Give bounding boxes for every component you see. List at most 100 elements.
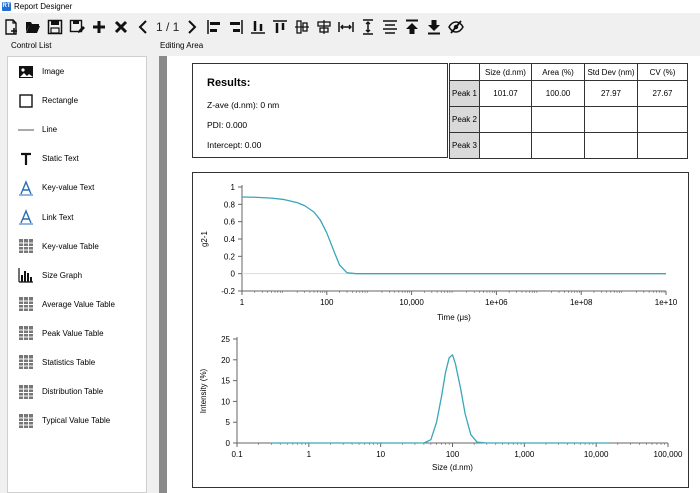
control-item-label: Statistics Table xyxy=(42,357,96,367)
align-vertical-center-icon xyxy=(295,20,310,34)
table-cell xyxy=(479,132,532,159)
size-graph-panel[interactable]: 1 100 10,000 1e+06 1e+08 1e+10 1 0.8 0.6 0.4 0.2 0-… xyxy=(192,172,689,488)
align-bottom-button[interactable] xyxy=(247,16,269,38)
new-document-button[interactable] xyxy=(0,16,22,38)
control-item-key-value-table[interactable]: Key-value Table xyxy=(8,232,146,261)
chart-2-x-tick-label: 1 xyxy=(307,450,312,459)
control-item-key-value-text[interactable]: Key-value Text xyxy=(8,173,146,202)
control-item-line[interactable]: Line xyxy=(8,115,146,144)
control-item-label: Rectangle xyxy=(42,96,79,106)
table-icon xyxy=(17,412,35,430)
column-header-area: Area (%) xyxy=(531,63,585,81)
send-to-back-button[interactable] xyxy=(423,16,445,38)
previous-page-button[interactable] xyxy=(132,16,154,38)
chart-1-x-tick-label: 1e+10 xyxy=(655,298,678,307)
control-item-distribution-table[interactable]: Distribution Table xyxy=(8,377,146,406)
control-item-average-value-table[interactable]: Average Value Table xyxy=(8,290,146,319)
size-graph-svg: 1 100 10,000 1e+06 1e+08 1e+1010.80.60.40.20-… xyxy=(199,183,683,472)
chart-2-y-tick-label: 25 xyxy=(221,335,230,344)
arrow-down-bar-icon xyxy=(428,20,441,35)
row-header-peak-2: Peak 2 xyxy=(449,106,480,133)
chart-2-x-axis-title: Size (d.nm) xyxy=(432,463,473,472)
table-cell: 27.67 xyxy=(637,80,688,107)
table-cell xyxy=(584,106,638,133)
new-document-icon xyxy=(5,19,17,35)
align-top-icon xyxy=(273,20,288,33)
control-item-rectangle[interactable]: Rectangle xyxy=(8,86,146,115)
control-item-label: Key-value Text xyxy=(42,183,95,193)
column-header-cv: CV (%) xyxy=(637,63,688,81)
eye-slash-icon xyxy=(448,20,465,34)
chart-1-y-tick-label: 1 xyxy=(231,183,236,192)
window-title: Report Designer xyxy=(14,2,73,11)
chart-1-y-tick-label: -0.2 xyxy=(221,287,235,296)
toolbar: 1 / 1 xyxy=(0,14,467,40)
chart-1-y-tick-label: 0.6 xyxy=(224,218,236,227)
control-item-static-text[interactable]: Static Text xyxy=(8,144,146,173)
control-item-typical-value-table[interactable]: Typical Value Table xyxy=(8,406,146,435)
control-item-peak-value-table[interactable]: Peak Value Table xyxy=(8,319,146,348)
title-bar: RT Report Designer xyxy=(0,0,700,13)
distribute-horizontal-button[interactable] xyxy=(335,16,357,38)
control-item-image[interactable]: Image xyxy=(8,57,146,86)
editing-area-label: Editing Area xyxy=(160,41,204,50)
align-left-button[interactable] xyxy=(203,16,225,38)
chart-1-x-tick-label: 1e+06 xyxy=(485,298,508,307)
key-value-text-icon xyxy=(17,179,35,197)
static-text-icon xyxy=(17,150,35,168)
chart-2-series-line xyxy=(271,354,609,444)
distribute-vertical-icon xyxy=(363,19,374,35)
align-bottom-icon xyxy=(251,21,266,34)
control-item-label: Size Graph xyxy=(42,270,83,280)
open-folder-button[interactable] xyxy=(22,16,44,38)
control-item-label: Image xyxy=(42,67,65,77)
chart-1-x-tick-label: 1 xyxy=(240,298,245,307)
control-item-label: Typical Value Table xyxy=(42,416,111,426)
bring-to-front-button[interactable] xyxy=(401,16,423,38)
align-right-button[interactable] xyxy=(225,16,247,38)
table-icon xyxy=(17,324,35,342)
plus-icon xyxy=(93,21,105,33)
align-left-icon xyxy=(207,20,221,34)
control-item-size-graph[interactable]: Size Graph xyxy=(8,261,146,290)
table-cell: 27.97 xyxy=(584,80,638,107)
save-as-button[interactable] xyxy=(66,16,88,38)
hide-button[interactable] xyxy=(445,16,467,38)
arrow-up-bar-icon xyxy=(406,19,419,34)
distribute-vertical-button[interactable] xyxy=(357,16,379,38)
size-graph-icon xyxy=(17,266,35,284)
align-center-vertical-button[interactable] xyxy=(291,16,313,38)
delete-button[interactable] xyxy=(110,16,132,38)
align-center-horizontal-button[interactable] xyxy=(313,16,335,38)
chart-1-series-line xyxy=(241,196,666,275)
table-icon xyxy=(17,295,35,313)
center-align-button[interactable] xyxy=(379,16,401,38)
add-button[interactable] xyxy=(88,16,110,38)
save-button[interactable] xyxy=(44,16,66,38)
chart-2-y-tick-label: 20 xyxy=(221,356,230,365)
close-icon xyxy=(114,20,128,34)
control-item-link-text[interactable]: Link Text xyxy=(8,202,146,231)
align-top-button[interactable] xyxy=(269,16,291,38)
chart-2-x-tick-label: 0.1 xyxy=(231,450,243,459)
control-item-label: Distribution Table xyxy=(42,387,104,397)
chart-1-y-tick-label: 0.2 xyxy=(224,252,236,261)
chart-2-x-tick-label: 1,000 xyxy=(514,450,535,459)
chart-2-x-tick-label: 10 xyxy=(376,450,385,459)
table-icon xyxy=(17,237,35,255)
chart-1-x-tick-label: 100 xyxy=(320,298,334,307)
peak-value-table[interactable]: Size (d.nm) Area (%) Std Dev (nm) CV (%)… xyxy=(449,63,688,159)
control-list-panel: Image Rectangle Line Static Text Key-value T… xyxy=(7,56,147,493)
table-row: Peak 2 xyxy=(449,106,688,133)
control-list-label: Control List xyxy=(11,41,52,50)
save-icon xyxy=(47,19,63,35)
control-item-statistics-table[interactable]: Statistics Table xyxy=(8,348,146,377)
table-corner-cell xyxy=(449,63,480,81)
intercept-text: Intercept: 0.00 xyxy=(207,140,262,150)
save-as-icon xyxy=(69,19,85,33)
next-page-button[interactable] xyxy=(181,16,203,38)
column-header-std-dev: Std Dev (nm) xyxy=(584,63,638,81)
pdi-text: PDI: 0.000 xyxy=(207,120,248,130)
link-text-icon xyxy=(17,208,35,226)
results-panel[interactable]: Results: Z-ave (d.nm): 0 nm PDI: 0.000 I… xyxy=(192,63,448,158)
